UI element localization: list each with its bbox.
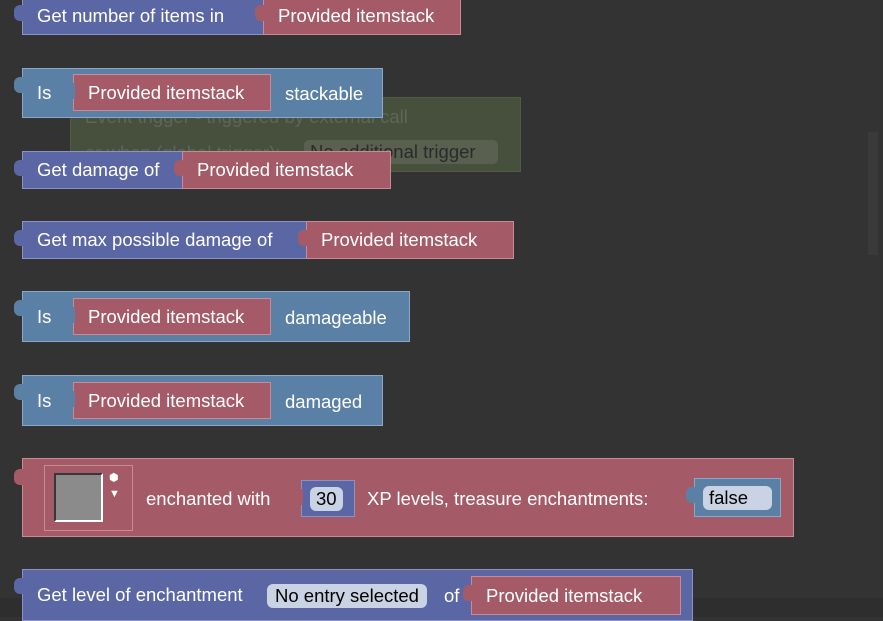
gem-icon: ▼: [109, 488, 120, 500]
is-damaged-block[interactable]: Is Provided itemstack damaged: [14, 375, 383, 426]
get-item-count-block[interactable]: Get number of items in: [14, 0, 266, 35]
block-label: Get max possible damage of: [37, 229, 273, 250]
itemstack-input[interactable]: Provided itemstack: [255, 0, 461, 35]
input-label: Provided itemstack: [88, 81, 245, 103]
treasure-dropdown[interactable]: false: [703, 485, 773, 510]
block-label: Get level of enchantment: [37, 584, 243, 605]
enchant-item-block[interactable]: ⬢ ▼ enchanted with 30 XP levels, treasur…: [14, 458, 794, 537]
is-stackable-block[interactable]: Is Provided itemstack stackable: [14, 68, 383, 118]
input-label: Provided itemstack: [88, 389, 245, 411]
suffix-label: damaged: [285, 391, 363, 412]
levels-number-block[interactable]: 30: [293, 480, 355, 517]
item-slot-input[interactable]: ⬢ ▼: [44, 465, 133, 531]
itemstack-input[interactable]: Provided itemstack: [298, 221, 514, 259]
itemstack-input[interactable]: Provided itemstack: [65, 298, 271, 335]
input-label: Provided itemstack: [197, 159, 354, 180]
is-damageable-block[interactable]: Is Provided itemstack damageable: [14, 291, 410, 342]
itemstack-input[interactable]: Provided itemstack: [65, 382, 271, 419]
itemstack-input[interactable]: Provided itemstack: [65, 74, 271, 111]
xp-levels-label: XP levels, treasure enchantments:: [367, 488, 649, 509]
input-label: Provided itemstack: [88, 305, 245, 327]
vertical-scrollbar[interactable]: [868, 132, 878, 255]
of-label: of: [444, 585, 460, 606]
suffix-label: stackable: [285, 83, 364, 104]
block-label: Get number of items in: [37, 4, 225, 26]
block-icon: ⬢: [109, 472, 119, 484]
treasure-boolean-block[interactable]: false: [686, 478, 781, 517]
enchanted-with-label: enchanted with: [146, 488, 271, 509]
input-label: Provided itemstack: [486, 584, 643, 606]
enchantment-dropdown[interactable]: No entry selected: [267, 584, 427, 608]
input-label: Provided itemstack: [321, 229, 478, 250]
get-enchantment-level-block[interactable]: Get level of enchantment No entry select…: [14, 569, 693, 621]
is-label: Is: [37, 305, 52, 327]
get-max-damage-block[interactable]: Get max possible damage of: [14, 221, 322, 259]
itemstack-input[interactable]: Provided itemstack: [174, 151, 391, 189]
block-label: Get damage of: [37, 159, 160, 180]
is-label: Is: [37, 389, 52, 411]
suffix-label: damageable: [285, 307, 387, 328]
input-label: Provided itemstack: [278, 4, 435, 26]
itemstack-input[interactable]: Provided itemstack: [463, 576, 681, 615]
item-preview[interactable]: [54, 473, 103, 522]
levels-field[interactable]: 30: [310, 486, 343, 511]
is-label: Is: [37, 82, 52, 103]
